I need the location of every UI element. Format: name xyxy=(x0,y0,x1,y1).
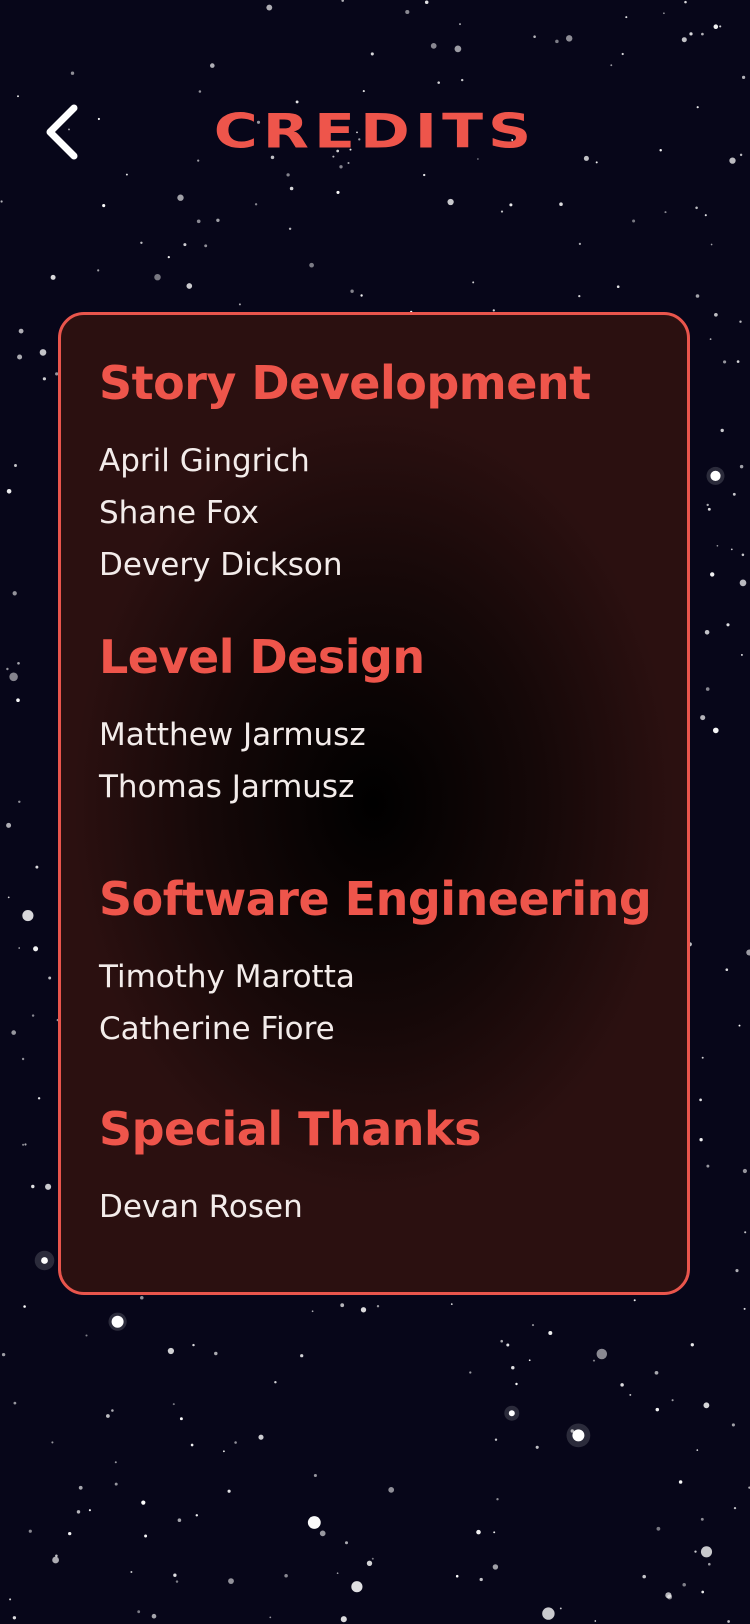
credit-name: Catherine Fiore xyxy=(99,1011,335,1047)
name-list-story-development: April Gingrich Shane Fox Devery Dickson xyxy=(99,435,343,591)
page-title: CREDITS xyxy=(213,104,537,160)
name-list-special-thanks: Devan Rosen xyxy=(99,1181,303,1233)
credit-name: April Gingrich xyxy=(99,443,310,479)
credit-name: Shane Fox xyxy=(99,495,259,531)
credit-name: Thomas Jarmusz xyxy=(99,769,355,805)
credit-name: Timothy Marotta xyxy=(99,959,355,995)
credits-card: Story Development April Gingrich Shane F… xyxy=(58,312,690,1295)
credit-name: Matthew Jarmusz xyxy=(99,717,366,753)
name-list-level-design: Matthew Jarmusz Thomas Jarmusz xyxy=(99,709,366,813)
section-heading-story-development: Story Development xyxy=(99,356,591,410)
section-heading-level-design: Level Design xyxy=(99,630,425,684)
credit-name: Devery Dickson xyxy=(99,547,343,583)
section-heading-software-engineering: Software Engineering xyxy=(99,872,652,926)
name-list-software-engineering: Timothy Marotta Catherine Fiore xyxy=(99,951,355,1055)
credit-name: Devan Rosen xyxy=(99,1189,303,1225)
section-heading-special-thanks: Special Thanks xyxy=(99,1102,482,1156)
